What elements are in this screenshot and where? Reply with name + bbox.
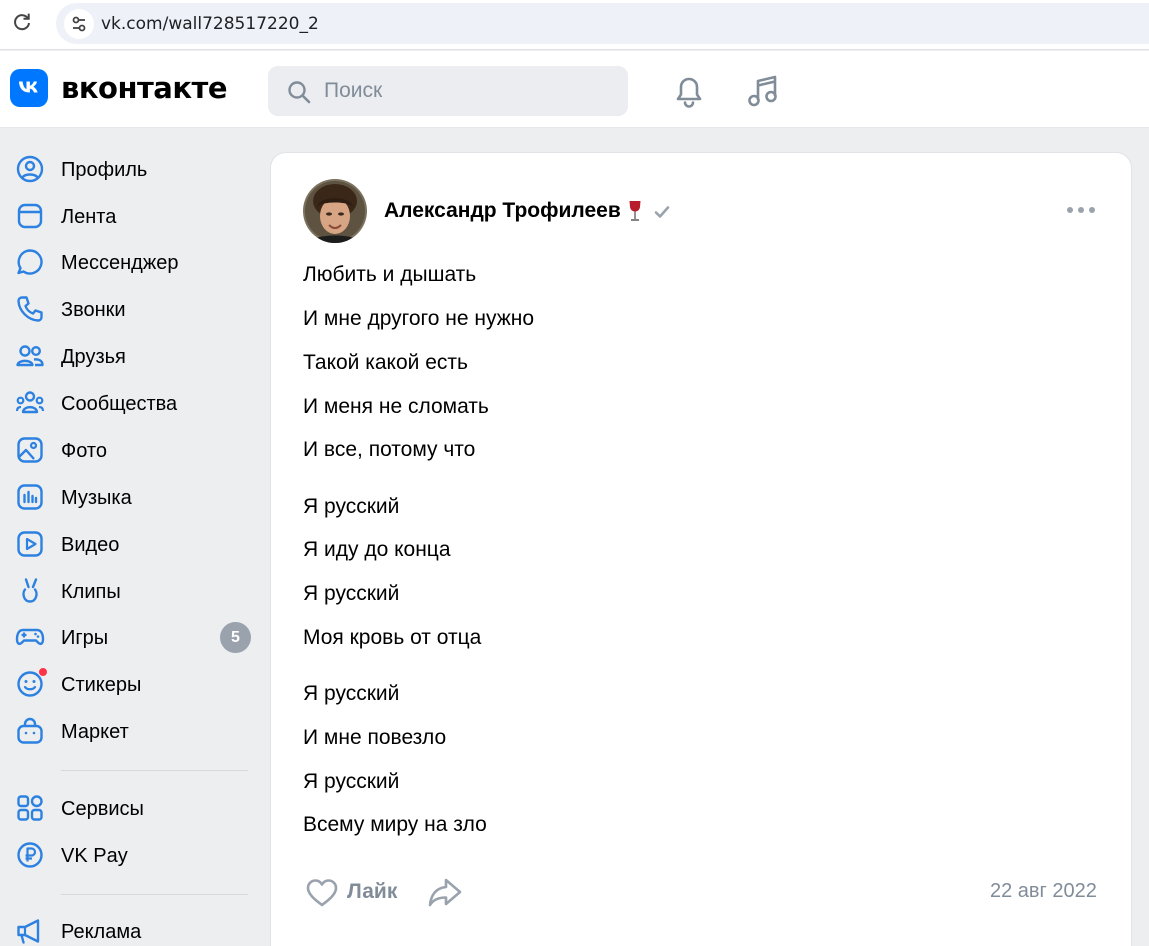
post-text-line: И меня не сломать [303,395,489,418]
like-button[interactable]: Лайк [303,875,407,909]
sidebar-item-video[interactable]: Видео [0,523,262,567]
services-icon [17,795,43,821]
heart-icon [306,879,338,907]
sidebar-item-label: Реклама [61,921,142,943]
video-icon [17,531,43,557]
verified-check-icon [654,206,670,218]
sidebar-divider [61,894,248,895]
sidebar-item-profile[interactable]: Профиль [0,148,262,192]
sidebar-divider [61,770,248,771]
post-text-line: Всему миру на зло [303,813,487,836]
games-count-badge: 5 [220,622,251,653]
post-text-line: И мне другого не нужно [303,307,535,330]
friends-icon [16,345,44,367]
share-icon[interactable] [427,875,463,909]
phone-icon [17,296,43,322]
sidebar-item-calls[interactable]: Звонки [0,288,262,332]
sidebar-item-label: Сервисы [61,798,144,820]
url-text[interactable]: vk.com/wall728517220_2 [101,14,319,34]
music-icon [17,484,43,510]
sidebar-item-label: Звонки [61,299,126,321]
wall-post: Александр Трофилеев Любить и дышать И мн… [270,152,1132,946]
post-text-line: Такой какой есть [303,351,468,374]
browser-toolbar: vk.com/wall728517220_2 [0,0,1149,50]
post-text-line: Я русский [303,495,400,518]
sidebar-item-label: Друзья [61,346,126,368]
sidebar-item-vkpay[interactable]: VK Pay [0,834,262,878]
vkpay-icon [17,842,43,868]
sidebar-item-label: VK Pay [61,845,128,867]
music-player-icon[interactable] [744,71,782,111]
search-icon [288,81,311,104]
post-date[interactable]: 22 авг 2022 [990,880,1097,903]
brand-name[interactable]: вконтакте [61,71,228,105]
sidebar-item-label: Стикеры [61,674,142,696]
sidebar-item-messenger[interactable]: Мессенджер [0,241,262,285]
sidebar-item-feed[interactable]: Лента [0,195,262,239]
new-stickers-dot [38,667,48,677]
post-text-line: Я русский [303,770,400,793]
sidebar-item-games[interactable]: Игры 5 [0,616,262,660]
post-text-line: И мне повезло [303,726,447,749]
wine-glass-icon [629,201,641,221]
reload-icon[interactable] [10,11,34,35]
sidebar-item-label: Лента [61,206,117,228]
sidebar-item-label: Фото [61,440,107,462]
search-box[interactable] [268,66,628,116]
sidebar-item-services[interactable]: Сервисы [0,787,262,831]
vk-header: вконтакте [0,51,1149,128]
messenger-icon [17,249,43,275]
post-text-line: Моя кровь от отца [303,626,482,649]
market-icon [17,717,43,744]
left-sidebar: Профиль Лента Мессенджер Звонки Друзья С… [0,128,262,946]
more-options-icon[interactable] [1066,203,1096,217]
author-avatar[interactable] [303,179,367,243]
sidebar-item-ads[interactable]: Реклама [0,910,262,946]
profile-icon [16,155,44,183]
photo-icon [17,437,43,463]
sidebar-item-label: Игры [61,627,109,649]
post-text-line: Любить и дышать [303,263,477,286]
sidebar-item-label: Видео [61,534,120,556]
search-input[interactable] [324,78,604,104]
sidebar-item-stickers[interactable]: Стикеры [0,663,262,707]
feed-icon [17,203,43,229]
address-bar[interactable]: vk.com/wall728517220_2 [56,3,1149,44]
site-settings-icon[interactable] [64,9,94,39]
notifications-bell-icon[interactable] [670,71,708,111]
post-text-line: И все, потому что [303,438,476,461]
sidebar-item-friends[interactable]: Друзья [0,335,262,379]
sidebar-item-clips[interactable]: Клипы [0,570,262,614]
sidebar-item-music[interactable]: Музыка [0,476,262,520]
communities-icon [15,391,45,414]
vk-logo-icon[interactable] [10,69,48,107]
sidebar-item-label: Музыка [61,487,132,509]
post-text-line: Я иду до конца [303,538,451,561]
like-label: Лайк [347,880,398,903]
sidebar-item-label: Клипы [61,581,121,603]
post-text-line: Я русский [303,582,400,605]
author-name[interactable]: Александр Трофилеев [384,199,621,223]
sidebar-item-photo[interactable]: Фото [0,429,262,473]
sidebar-item-communities[interactable]: Сообщества [0,382,262,426]
sidebar-item-label: Мессенджер [61,252,179,274]
post-text-line: Я русский [303,682,400,705]
sidebar-item-label: Профиль [61,159,148,181]
sidebar-item-label: Маркет [61,721,129,743]
clips-icon [22,578,38,603]
sidebar-item-label: Сообщества [61,393,178,415]
games-icon [15,628,45,646]
sidebar-item-market[interactable]: Маркет [0,710,262,754]
ads-icon [17,919,40,944]
